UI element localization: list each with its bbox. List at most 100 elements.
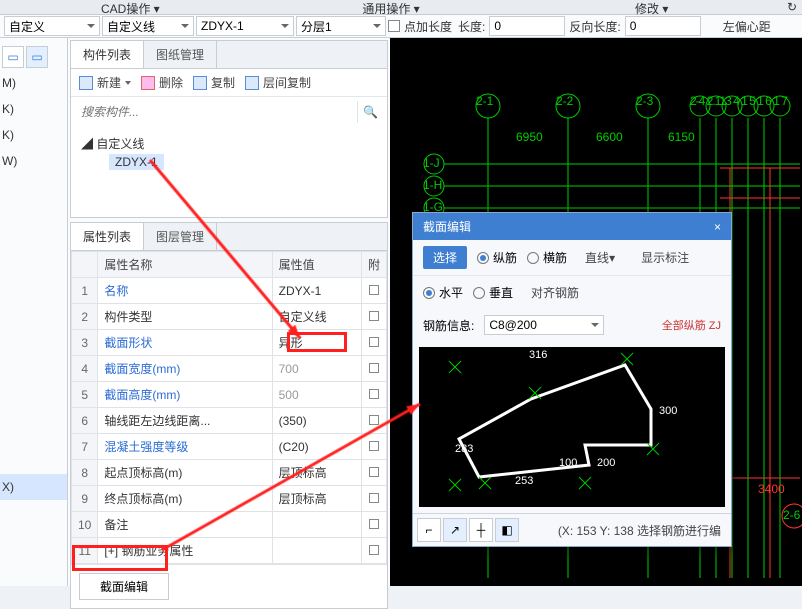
option-show-dim[interactable]: 显示标注 — [633, 247, 697, 268]
cell-value[interactable]: ZDYX-1 — [272, 278, 361, 304]
property-row[interactable]: 6轴线距左边线距离...(350) — [72, 408, 387, 434]
section-edit-button[interactable]: 截面编辑 — [79, 573, 169, 600]
property-row[interactable]: 2构件类型自定义线 — [72, 304, 387, 330]
middle-panels: 构件列表 图纸管理 新建 删除 复制 层间复制 🔍 ◢ 自定义线 ZDYX-1 … — [68, 38, 390, 586]
view-mode-btn-2[interactable]: ▭ — [26, 46, 48, 68]
col-header-value: 属性值 — [272, 252, 361, 278]
tree-label[interactable]: M) — [0, 70, 67, 96]
cell-value[interactable]: 700 — [272, 356, 361, 382]
property-row[interactable]: 3截面形状异形 — [72, 330, 387, 356]
dropdown-layer[interactable]: 分层1 — [296, 16, 386, 36]
tree-label[interactable]: K) — [0, 96, 67, 122]
cell-index: 11 — [72, 538, 98, 564]
radio-vertical[interactable]: 垂直 — [473, 284, 513, 301]
section-canvas[interactable]: 316 300 100 200 253 283 — [419, 347, 725, 507]
cell-value[interactable]: 自定义线 — [272, 304, 361, 330]
select-mode-button[interactable]: 选择 — [423, 246, 467, 269]
radio-horizontal[interactable]: 水平 — [423, 284, 463, 301]
cell-attach[interactable] — [361, 382, 386, 408]
property-row[interactable]: 10备注 — [72, 512, 387, 538]
copy-button[interactable]: 复制 — [193, 74, 235, 91]
cell-index: 10 — [72, 512, 98, 538]
cell-index: 9 — [72, 486, 98, 512]
cell-name: 构件类型 — [98, 304, 272, 330]
tool-icon-2[interactable]: ↗ — [443, 518, 467, 542]
radio-transverse[interactable]: 横筋 — [527, 249, 567, 266]
dropdown-rebar-info[interactable]: C8@200 — [484, 315, 604, 335]
cell-value[interactable]: 500 — [272, 382, 361, 408]
cell-value[interactable]: 层顶标高 — [272, 460, 361, 486]
dropdown-component[interactable]: ZDYX-1 — [196, 16, 294, 36]
cell-index: 3 — [72, 330, 98, 356]
cell-attach[interactable] — [361, 356, 386, 382]
tab-layer-mgmt[interactable]: 图层管理 — [144, 223, 217, 250]
tree-node-item[interactable]: ZDYX-1 — [109, 154, 164, 170]
cell-attach[interactable] — [361, 408, 386, 434]
floor-copy-icon — [245, 76, 259, 90]
option-align-rebar[interactable]: 对齐钢筋 — [523, 282, 587, 303]
ribbon-tab-modify[interactable]: 修改 ▾ — [521, 0, 782, 14]
cell-value[interactable] — [272, 512, 361, 538]
property-row[interactable]: 5截面高度(mm)500 — [72, 382, 387, 408]
floor-copy-button[interactable]: 层间复制 — [245, 74, 311, 91]
cell-name: 混凝土强度等级 — [98, 434, 272, 460]
tool-icon-1[interactable]: ⌐ — [417, 518, 441, 542]
property-row[interactable]: 4截面宽度(mm)700 — [72, 356, 387, 382]
section-edit-dialog: 截面编辑 × 选择 纵筋 横筋 直线▾ 显示标注 水平 垂直 对齐钢筋 钢筋信息… — [412, 212, 732, 547]
input-length[interactable] — [489, 16, 565, 36]
property-row[interactable]: 9终点顶标高(m)层顶标高 — [72, 486, 387, 512]
dropdown-category[interactable]: 自定义 — [4, 16, 100, 36]
cell-attach[interactable] — [361, 486, 386, 512]
cell-value[interactable] — [272, 538, 361, 564]
property-row[interactable]: 7混凝土强度等级(C20) — [72, 434, 387, 460]
radio-longitudinal[interactable]: 纵筋 — [477, 249, 517, 266]
ribbon: CAD操作 ▾ 通用操作 ▾ 修改 ▾ ↻ — [0, 0, 802, 15]
tab-drawing-mgmt[interactable]: 图纸管理 — [144, 41, 217, 68]
cell-attach[interactable] — [361, 330, 386, 356]
option-line[interactable]: 直线▾ — [577, 247, 623, 268]
property-row[interactable]: 1名称ZDYX-1 — [72, 278, 387, 304]
cell-attach[interactable] — [361, 434, 386, 460]
left-sidebar: ▭ ▭ M) K) K) W) X) — [0, 38, 68, 586]
label-length: 长度: — [456, 18, 487, 35]
cell-attach[interactable] — [361, 538, 386, 564]
cell-value[interactable]: 异形 — [272, 330, 361, 356]
tree-node-root[interactable]: ◢ 自定义线 — [81, 133, 377, 154]
cell-value[interactable]: 层顶标高 — [272, 486, 361, 512]
col-header-index — [72, 252, 98, 278]
label-add-length: 点加长度 — [402, 18, 454, 35]
dim-label: 3400 — [758, 482, 785, 496]
label-rebar-info: 钢筋信息: — [423, 317, 474, 334]
ribbon-tab-cad[interactable]: CAD操作 ▾ — [0, 0, 261, 14]
view-mode-btn-1[interactable]: ▭ — [2, 46, 24, 68]
tab-component-list[interactable]: 构件列表 — [71, 41, 144, 68]
tool-icon-3[interactable]: ┼ — [469, 518, 493, 542]
delete-button[interactable]: 删除 — [141, 74, 183, 91]
input-reverse-length[interactable] — [625, 16, 701, 36]
cell-value[interactable]: (350) — [272, 408, 361, 434]
tree-label[interactable]: W) — [0, 148, 67, 174]
dropdown-type[interactable]: 自定义线 — [102, 16, 194, 36]
new-button[interactable]: 新建 — [79, 74, 131, 91]
axis-label: 2-6 — [783, 508, 800, 522]
dim-right: 300 — [659, 405, 677, 417]
search-button[interactable]: 🔍 — [357, 101, 383, 123]
search-input[interactable] — [75, 101, 357, 123]
property-row[interactable]: 11[+] 钢筋业务属性 — [72, 538, 387, 564]
cell-value[interactable]: (C20) — [272, 434, 361, 460]
tool-icon-4[interactable]: ◧ — [495, 518, 519, 542]
checkbox-add-length[interactable] — [388, 20, 400, 32]
cell-attach[interactable] — [361, 512, 386, 538]
tree-label-selected[interactable]: X) — [0, 474, 67, 500]
ribbon-tab-general[interactable]: 通用操作 ▾ — [261, 0, 522, 14]
tree-label[interactable]: K) — [0, 122, 67, 148]
close-icon[interactable]: × — [714, 220, 721, 234]
property-row[interactable]: 8起点顶标高(m)层顶标高 — [72, 460, 387, 486]
cell-attach[interactable] — [361, 460, 386, 486]
tab-property-list[interactable]: 属性列表 — [71, 223, 144, 250]
property-list-panel: 属性列表 图层管理 属性名称 属性值 附 1名称ZDYX-12构件类型自定义线3… — [70, 222, 388, 609]
cell-attach[interactable] — [361, 278, 386, 304]
cell-attach[interactable] — [361, 304, 386, 330]
ribbon-tab-refresh[interactable]: ↻ — [782, 0, 802, 14]
dim-bottom1: 100 — [559, 457, 577, 469]
